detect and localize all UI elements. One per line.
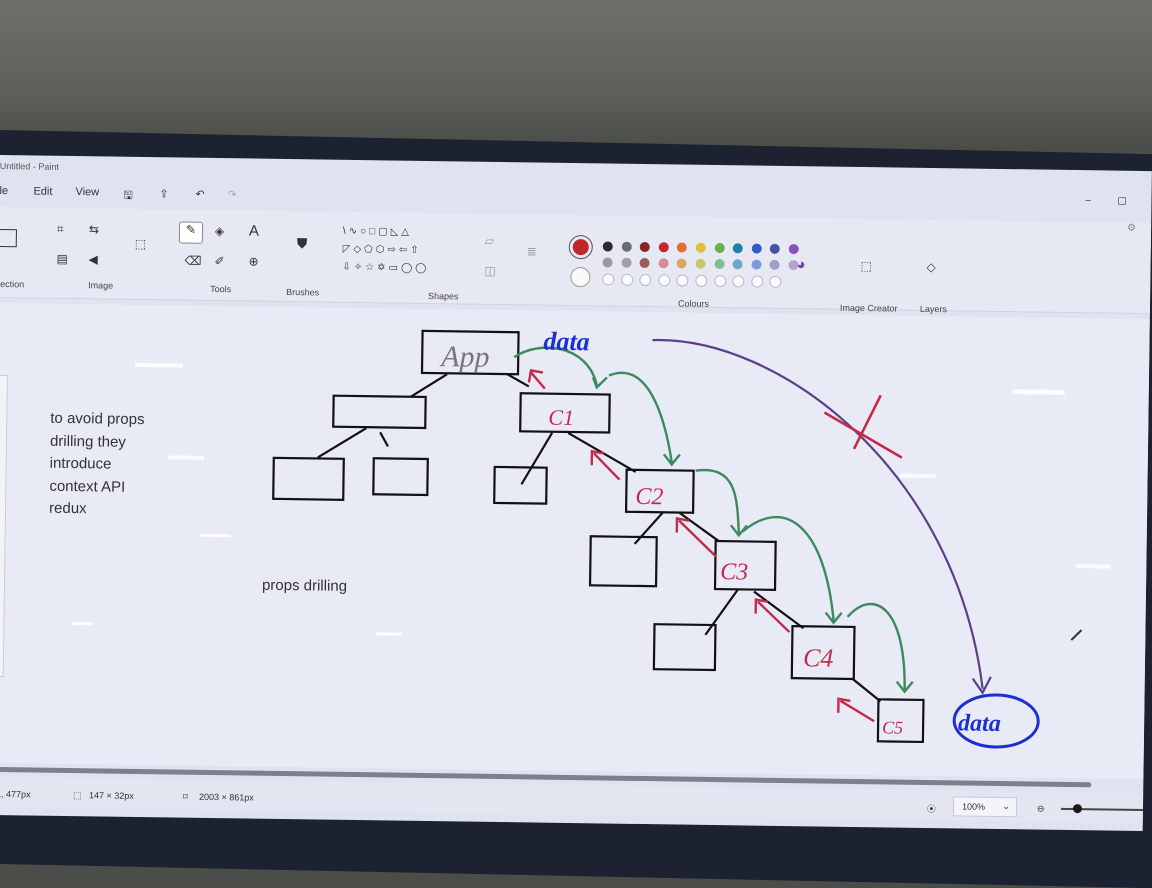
- glare: [200, 533, 231, 538]
- label-data-top: data: [543, 327, 590, 357]
- box-c2-child: [588, 535, 658, 588]
- edge: [852, 678, 882, 703]
- box-left-2: [272, 456, 345, 501]
- wall-background: [0, 0, 1152, 150]
- edge: [633, 511, 664, 545]
- zoom-select[interactable]: 100% ⌄: [952, 796, 1018, 818]
- canvas-size-icon: ⌑: [182, 791, 188, 802]
- purple-arrow: [652, 339, 984, 689]
- zoom-slider-thumb[interactable]: [1072, 804, 1083, 814]
- label-c2: C2: [635, 484, 663, 510]
- red-arrow: [839, 699, 875, 723]
- chevron-down-icon: ⌄: [1002, 801, 1011, 812]
- box-left-1: [332, 394, 427, 430]
- glare: [1076, 564, 1111, 569]
- box-c1-child: [493, 465, 548, 505]
- glare: [135, 362, 184, 368]
- paint-window: Untitled - Paint – ▢ le Edit View 🖫 ⇪ ↶ …: [0, 155, 1152, 832]
- box-left-3: [372, 457, 429, 497]
- red-arrow: [530, 371, 546, 390]
- green-arrow: [846, 602, 906, 690]
- selection-size: 147 × 32px: [88, 790, 134, 801]
- selection-size-icon: ⬚: [73, 790, 82, 801]
- edge: [506, 373, 530, 388]
- glare: [1012, 389, 1065, 395]
- label-data-bottom: data: [958, 710, 1001, 737]
- label-c5: C5: [882, 717, 903, 737]
- edge: [704, 588, 739, 636]
- label-app: App: [439, 340, 490, 374]
- pencil-cursor-icon: [1070, 629, 1083, 641]
- edge: [317, 427, 367, 459]
- red-cross-line: [852, 394, 882, 450]
- edge: [410, 373, 448, 398]
- glare: [375, 632, 402, 636]
- box-c3-child: [652, 623, 717, 672]
- glare: [167, 455, 204, 460]
- red-cross-line: [823, 411, 903, 459]
- handdrawn-diagram: App data C1 C2 C3 C4 C5 data: [71, 327, 1111, 749]
- glare: [71, 622, 94, 626]
- fit-to-window-icon[interactable]: ⦿: [927, 802, 936, 815]
- canvas-size: 2003 × 861px: [198, 791, 254, 803]
- red-arrow: [593, 452, 621, 481]
- label-c4: C4: [803, 643, 834, 672]
- zoom-value: 100%: [961, 801, 986, 812]
- edge: [379, 431, 389, 447]
- label-c1: C1: [548, 405, 574, 430]
- cursor-position: 01, 477px: [0, 788, 31, 800]
- label-c3: C3: [720, 559, 748, 585]
- zoom-out-icon[interactable]: ⊖: [1037, 804, 1045, 815]
- glare: [899, 473, 936, 479]
- green-arrow: [695, 468, 740, 534]
- green-arrow: [608, 371, 673, 463]
